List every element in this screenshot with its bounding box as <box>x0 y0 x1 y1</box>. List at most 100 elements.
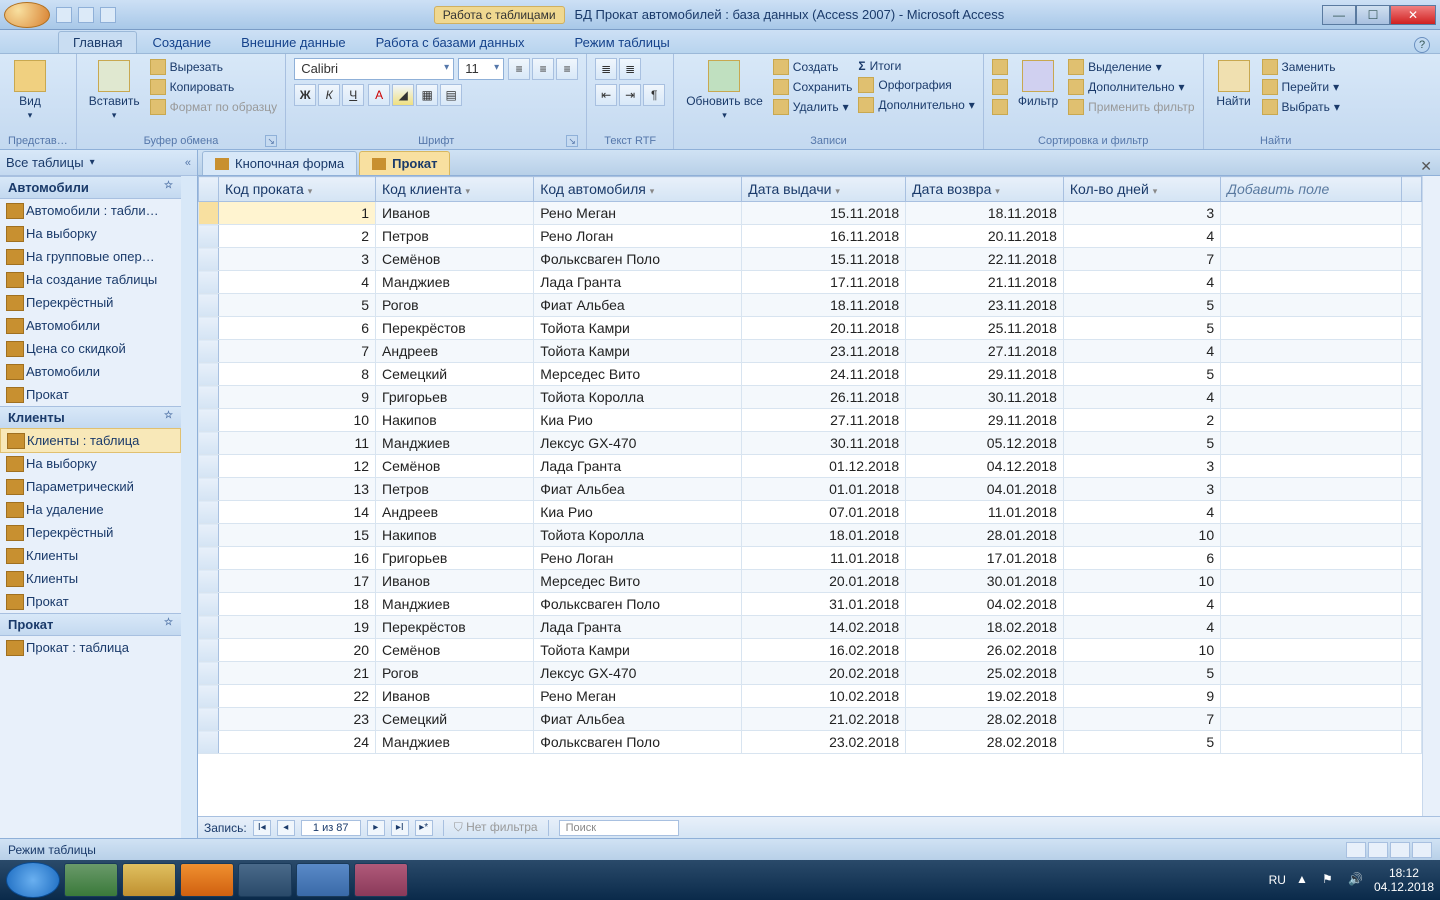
view-pivot-button[interactable] <box>1368 842 1388 858</box>
column-header[interactable]: Код автомобиля ▾ <box>534 177 742 202</box>
advanced-filter-button[interactable]: Дополнительно ▾ <box>1068 78 1194 96</box>
nav-item[interactable]: Параметрический <box>0 475 181 498</box>
nav-scrollbar[interactable] <box>181 176 197 838</box>
replace-button[interactable]: Заменить <box>1262 58 1340 76</box>
format-painter-button[interactable]: Формат по образцу <box>150 98 278 116</box>
font-size-combo[interactable]: 11 <box>458 58 504 80</box>
view-button[interactable]: Вид▾ <box>8 58 52 123</box>
sort-asc-button[interactable] <box>992 58 1008 76</box>
qat-redo-icon[interactable] <box>100 7 116 23</box>
table-row[interactable]: 7АндреевТойота Камри23.11.201827.11.2018… <box>199 340 1422 363</box>
row-selector[interactable] <box>199 225 219 248</box>
taskbar-word[interactable] <box>296 863 350 897</box>
nav-item[interactable]: Прокат <box>0 383 181 406</box>
outdent-button[interactable]: ⇤ <box>595 84 617 106</box>
column-header[interactable]: Код проката ▾ <box>219 177 376 202</box>
view-design-button[interactable] <box>1412 842 1432 858</box>
table-row[interactable]: 18МанджиевФольксваген Поло31.01.201804.0… <box>199 593 1422 616</box>
nav-item[interactable]: Клиенты <box>0 544 181 567</box>
italic-button[interactable]: К <box>318 84 340 106</box>
row-selector[interactable] <box>199 547 219 570</box>
clear-sort-button[interactable] <box>992 98 1008 116</box>
table-row[interactable]: 2ПетровРено Логан16.11.201820.11.20184 <box>199 225 1422 248</box>
tray-flag-icon[interactable]: ▲ <box>1296 872 1312 888</box>
close-button[interactable]: ✕ <box>1390 5 1436 25</box>
nav-item[interactable]: Клиенты : таблица <box>0 428 181 453</box>
row-selector[interactable] <box>199 317 219 340</box>
table-row[interactable]: 15НакиповТойота Королла18.01.201828.01.2… <box>199 524 1422 547</box>
tab-dbtools[interactable]: Работа с базами данных <box>361 31 540 53</box>
row-selector[interactable] <box>199 616 219 639</box>
table-row[interactable]: 12СемёновЛада Гранта01.12.201804.12.2018… <box>199 455 1422 478</box>
row-selector[interactable] <box>199 570 219 593</box>
row-selector[interactable] <box>199 248 219 271</box>
find-button[interactable]: Найти <box>1212 58 1256 110</box>
row-selector[interactable] <box>199 294 219 317</box>
nav-item[interactable]: Прокат <box>0 590 181 613</box>
nav-item[interactable]: Клиенты <box>0 567 181 590</box>
row-selector[interactable] <box>199 271 219 294</box>
taskbar-access[interactable] <box>354 863 408 897</box>
tab-external[interactable]: Внешние данные <box>226 31 361 53</box>
start-button[interactable] <box>6 862 60 898</box>
help-icon[interactable]: ? <box>1414 37 1430 53</box>
table-row[interactable]: 9ГригорьевТойота Королла26.11.201830.11.… <box>199 386 1422 409</box>
table-row[interactable]: 22ИвановРено Меган10.02.201819.02.20189 <box>199 685 1422 708</box>
underline-button[interactable]: Ч <box>342 84 364 106</box>
table-row[interactable]: 5РоговФиат Альбеа18.11.201823.11.20185 <box>199 294 1422 317</box>
row-selector[interactable] <box>199 662 219 685</box>
row-selector[interactable] <box>199 524 219 547</box>
align-left-button[interactable]: ≡ <box>508 58 530 80</box>
row-selector[interactable] <box>199 639 219 662</box>
fill-color-button[interactable]: ◢ <box>392 84 414 106</box>
tab-create[interactable]: Создание <box>137 31 226 53</box>
search-box[interactable]: Поиск <box>559 820 679 836</box>
nav-item[interactable]: На выборку <box>0 452 181 475</box>
row-selector[interactable] <box>199 593 219 616</box>
save-record-button[interactable]: Сохранить <box>773 78 853 96</box>
table-row[interactable]: 10НакиповКиа Рио27.11.201829.11.20182 <box>199 409 1422 432</box>
row-selector[interactable] <box>199 432 219 455</box>
taskbar-media[interactable] <box>180 863 234 897</box>
totals-button[interactable]: Σ Итоги <box>858 58 974 74</box>
record-position[interactable]: 1 из 87 <box>301 820 361 836</box>
sort-desc-button[interactable] <box>992 78 1008 96</box>
align-right-button[interactable]: ≡ <box>556 58 578 80</box>
gridlines-button[interactable]: ▦ <box>416 84 438 106</box>
row-selector[interactable] <box>199 455 219 478</box>
column-header[interactable]: Дата возвра ▾ <box>906 177 1064 202</box>
row-selector[interactable] <box>199 340 219 363</box>
tray-clock[interactable]: 18:12 04.12.2018 <box>1374 866 1434 894</box>
qat-undo-icon[interactable] <box>78 7 94 23</box>
nav-item[interactable]: Прокат : таблица <box>0 636 181 659</box>
taskbar-chrome[interactable] <box>238 863 292 897</box>
qat-save-icon[interactable] <box>56 7 72 23</box>
table-row[interactable]: 11МанджиевЛексус GX-47030.11.201805.12.2… <box>199 432 1422 455</box>
row-selector[interactable] <box>199 409 219 432</box>
table-row[interactable]: 13ПетровФиат Альбеа01.01.201804.01.20183 <box>199 478 1422 501</box>
vertical-scrollbar[interactable] <box>1422 176 1440 816</box>
taskbar-explorer[interactable] <box>122 863 176 897</box>
nav-item[interactable]: Цена со скидкой <box>0 337 181 360</box>
align-center-button[interactable]: ≡ <box>532 58 554 80</box>
tab-home[interactable]: Главная <box>58 31 137 53</box>
row-selector[interactable] <box>199 501 219 524</box>
nav-group-header[interactable]: Прокат☆ <box>0 613 181 636</box>
table-row[interactable]: 14АндреевКиа Рио07.01.201811.01.20184 <box>199 501 1422 524</box>
toggle-filter-button[interactable]: Применить фильтр <box>1068 98 1194 116</box>
selection-filter-button[interactable]: Выделение ▾ <box>1068 58 1194 76</box>
nav-item[interactable]: Автомобили <box>0 360 181 383</box>
nav-item[interactable]: Перекрёстный <box>0 291 181 314</box>
tray-sound-icon[interactable]: 🔊 <box>1348 872 1364 888</box>
more-records-button[interactable]: Дополнительно ▾ <box>858 96 974 114</box>
table-row[interactable]: 8СемецкийМерседес Вито24.11.201829.11.20… <box>199 363 1422 386</box>
taskbar-app-1[interactable] <box>64 863 118 897</box>
bullets-button[interactable]: ≣ <box>595 58 617 80</box>
doc-tab-form[interactable]: Кнопочная форма <box>202 151 357 175</box>
row-selector[interactable] <box>199 478 219 501</box>
doc-tab-prokat[interactable]: Прокат <box>359 151 450 175</box>
table-row[interactable]: 4МанджиевЛада Гранта17.11.201821.11.2018… <box>199 271 1422 294</box>
nav-item[interactable]: На создание таблицы <box>0 268 181 291</box>
nav-group-header[interactable]: Клиенты☆ <box>0 406 181 429</box>
alt-row-button[interactable]: ▤ <box>440 84 462 106</box>
